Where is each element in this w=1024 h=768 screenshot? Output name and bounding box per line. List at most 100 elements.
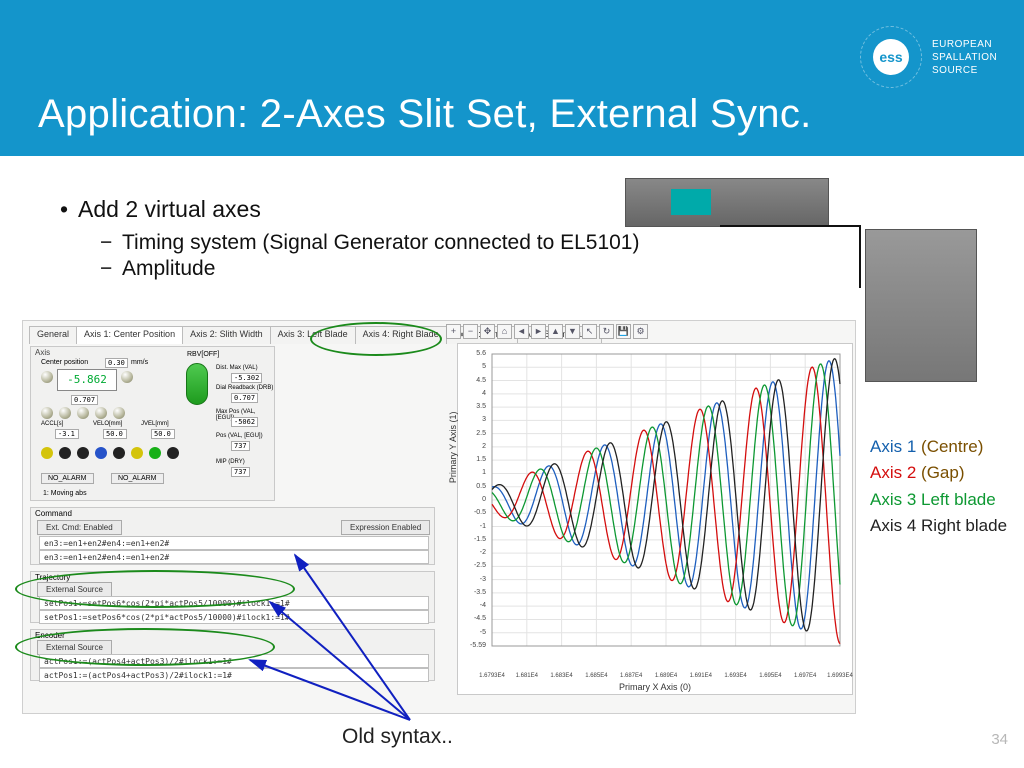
traj-expr-2[interactable]: setPos1:=setPos6*cos(2*pi*actPos5/10000)… bbox=[39, 610, 429, 624]
maxpos-val: -5062 bbox=[231, 417, 258, 427]
knob-icon[interactable] bbox=[77, 407, 89, 419]
ess-logo: ess EUROPEAN SPALLATION SOURCE bbox=[860, 28, 1010, 86]
knob-icon[interactable] bbox=[41, 407, 53, 419]
dr-val: 0.707 bbox=[231, 393, 258, 403]
tool-cursor-icon[interactable]: ↖ bbox=[582, 324, 597, 339]
tool-home-icon[interactable]: ⌂ bbox=[497, 324, 512, 339]
knob-icon[interactable] bbox=[59, 407, 71, 419]
tool-pan-icon[interactable]: ✥ bbox=[480, 324, 495, 339]
command-header: Command bbox=[31, 508, 434, 519]
hardware-rack-photo bbox=[865, 229, 977, 382]
legend-a1p: (Centre) bbox=[921, 437, 983, 456]
jvel-val: 50.0 bbox=[151, 429, 175, 439]
slide-header: ess EUROPEAN SPALLATION SOURCE Applicati… bbox=[0, 0, 1024, 156]
jog-right-icon[interactable] bbox=[121, 371, 133, 383]
plot-canvas bbox=[488, 350, 844, 668]
led-icon bbox=[167, 447, 179, 459]
bullet-main: Add 2 virtual axes bbox=[78, 196, 639, 223]
led-icon bbox=[77, 447, 89, 459]
ytick: 5 bbox=[464, 363, 486, 370]
led-icon bbox=[41, 447, 53, 459]
unit-mm: mm/s bbox=[131, 359, 148, 366]
org-line1: EUROPEAN bbox=[932, 38, 997, 51]
page-number: 34 bbox=[991, 731, 1008, 748]
enc-ext-src-button[interactable]: External Source bbox=[37, 640, 112, 655]
legend-a4: Axis 4 Right blade bbox=[870, 513, 1007, 539]
ytick: 4.5 bbox=[464, 377, 486, 384]
bullet-sub1: Timing system (Signal Generator connecte… bbox=[122, 231, 639, 255]
gui-screenshot: General Axis 1: Center Position Axis 2: … bbox=[22, 320, 856, 714]
ytick: 0 bbox=[464, 496, 486, 503]
tool-zoom-in-icon[interactable]: + bbox=[446, 324, 461, 339]
center-pos-label: Center position bbox=[41, 359, 88, 366]
xtick: 1.689E4 bbox=[655, 673, 677, 679]
distmax-val: -5.302 bbox=[231, 373, 262, 383]
tool-settings-icon[interactable]: ⚙ bbox=[633, 324, 648, 339]
axis-panel: Axis Center position 0.30 mm/s RBV[OFF] … bbox=[30, 346, 275, 501]
bullet-list: Add 2 virtual axes Timing system (Signal… bbox=[78, 196, 639, 283]
jog-left-icon[interactable] bbox=[41, 371, 53, 383]
xtick: 1.695E4 bbox=[759, 673, 781, 679]
ytick: -5.59 bbox=[464, 642, 486, 649]
led-icon bbox=[59, 447, 71, 459]
trajectory-panel: Trajectory External Source setPos1:=setP… bbox=[30, 571, 435, 623]
accl-val: -3.1 bbox=[55, 429, 79, 439]
velo-val: 50.0 bbox=[103, 429, 127, 439]
traj-expr-1[interactable]: setPos1:=setPos6*cos(2*pi*actPos5/10000)… bbox=[39, 596, 429, 610]
enc-expr-1[interactable]: actPos1:=(actPos4+actPos3)/2#ilock1:=1# bbox=[39, 654, 429, 668]
tool-left-icon[interactable]: ◄ bbox=[514, 324, 529, 339]
plot-toolbar: + − ✥ ⌂ ◄ ► ▲ ▼ ↖ ↻ 💾 ⚙ bbox=[443, 321, 651, 343]
rbv-label: RBV[OFF] bbox=[187, 351, 219, 358]
ytick: 1.5 bbox=[464, 456, 486, 463]
mip-val: 737 bbox=[231, 467, 250, 477]
logo-mark-text: ess bbox=[873, 39, 909, 75]
alarm-2: NO_ALARM bbox=[111, 473, 164, 484]
knob-icon[interactable] bbox=[95, 407, 107, 419]
bullet-sub2: Amplitude bbox=[122, 257, 639, 281]
ytick: 4 bbox=[464, 390, 486, 397]
ytick: 1 bbox=[464, 469, 486, 476]
ytick: -4 bbox=[464, 602, 486, 609]
led-icon bbox=[95, 447, 107, 459]
expr-enabled-button[interactable]: Expression Enabled bbox=[341, 520, 430, 535]
traj-ext-src-button[interactable]: External Source bbox=[37, 582, 112, 597]
xtick: 1.687E4 bbox=[620, 673, 642, 679]
tab-axis4[interactable]: Axis 4: Right Blade bbox=[355, 326, 447, 344]
axis-status: 1: Moving abs bbox=[43, 490, 87, 497]
tool-down-icon[interactable]: ▼ bbox=[565, 324, 580, 339]
ytick: -1 bbox=[464, 523, 486, 530]
ytick: 0.5 bbox=[464, 483, 486, 490]
tab-general[interactable]: General bbox=[29, 326, 77, 344]
tool-up-icon[interactable]: ▲ bbox=[548, 324, 563, 339]
waveform-plot: Primary Y Axis (1) Primary X Axis (0) 5.… bbox=[457, 343, 853, 695]
knob-icon[interactable] bbox=[113, 407, 125, 419]
tab-axis2[interactable]: Axis 2: Slith Width bbox=[182, 326, 271, 344]
tool-zoom-out-icon[interactable]: − bbox=[463, 324, 478, 339]
status-indicator-icon bbox=[186, 363, 208, 405]
ytick: -5 bbox=[464, 629, 486, 636]
ytick: -2 bbox=[464, 549, 486, 556]
jvel-label: JVEL[mm] bbox=[141, 421, 169, 427]
tool-refresh-icon[interactable]: ↻ bbox=[599, 324, 614, 339]
page-title: Application: 2-Axes Slit Set, External S… bbox=[38, 92, 812, 137]
led-icon bbox=[149, 447, 161, 459]
val-b: 0.707 bbox=[71, 395, 98, 405]
command-expr-2[interactable]: en3:=en1+en2#en4:=en1+en2# bbox=[39, 550, 429, 564]
tool-save-icon[interactable]: 💾 bbox=[616, 324, 631, 339]
org-line3: SOURCE bbox=[932, 64, 997, 77]
legend-a1: Axis 1 bbox=[870, 437, 921, 456]
legend-a2: Axis 2 bbox=[870, 463, 921, 482]
ytick: -3.5 bbox=[464, 589, 486, 596]
ext-cmd-button[interactable]: Ext. Cmd: Enabled bbox=[37, 520, 122, 535]
ytick: -1.5 bbox=[464, 536, 486, 543]
tab-axis3[interactable]: Axis 3: Left Blade bbox=[270, 326, 356, 344]
command-expr-1[interactable]: en3:=en1+en2#en4:=en1+en2# bbox=[39, 536, 429, 550]
enc-expr-2[interactable]: actPos1:=(actPos4+actPos3)/2#ilock1:=1# bbox=[39, 668, 429, 682]
tab-axis1[interactable]: Axis 1: Center Position bbox=[76, 326, 183, 344]
alarm-1: NO_ALARM bbox=[41, 473, 94, 484]
accl-label: ACCL[s] bbox=[41, 421, 63, 427]
command-panel: Command Ext. Cmd: Enabled Expression Ena… bbox=[30, 507, 435, 565]
velo-label: VELO[mm] bbox=[93, 421, 122, 427]
plot-ylabel: Primary Y Axis (1) bbox=[448, 411, 458, 483]
tool-right-icon[interactable]: ► bbox=[531, 324, 546, 339]
